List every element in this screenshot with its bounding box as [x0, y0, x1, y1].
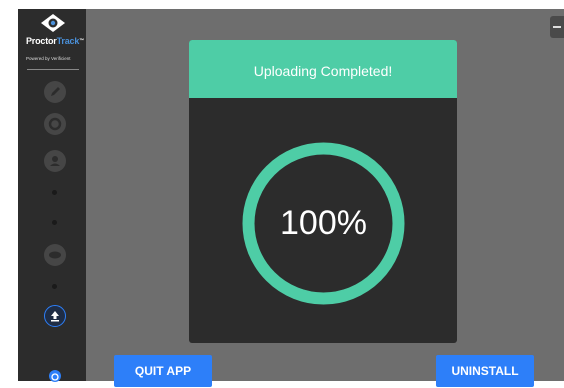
uninstall-button[interactable]: UNINSTALL — [436, 355, 534, 387]
step-dot — [52, 220, 57, 225]
upload-icon[interactable] — [44, 305, 66, 327]
brand-tm: ™ — [79, 38, 84, 44]
quit-app-button[interactable]: QUIT APP — [114, 355, 212, 387]
step-dot — [52, 284, 57, 289]
sidebar: ProctorTrack™ Powered by Verificient — [18, 9, 86, 382]
brand-accent: Track — [56, 36, 80, 46]
brand-main: Proctor — [26, 36, 57, 46]
sidebar-divider — [27, 69, 79, 70]
user-icon[interactable] — [44, 150, 66, 172]
help-icon[interactable] — [49, 370, 61, 382]
eye-icon[interactable] — [44, 244, 66, 266]
brand-subtitle: Powered by Verificient — [26, 56, 71, 61]
app-window: ProctorTrack™ Powered by Verificient Upl… — [18, 9, 564, 387]
progress-percentage: 100% — [280, 204, 367, 242]
minimize-button[interactable] — [550, 16, 564, 38]
gear-icon[interactable] — [44, 113, 66, 135]
step-dot — [52, 190, 57, 195]
pencil-icon[interactable] — [44, 81, 66, 103]
proctortrack-logo — [41, 14, 65, 32]
upload-dialog: Uploading Completed! 100% — [189, 40, 457, 343]
dialog-title: Uploading Completed! — [189, 40, 457, 98]
